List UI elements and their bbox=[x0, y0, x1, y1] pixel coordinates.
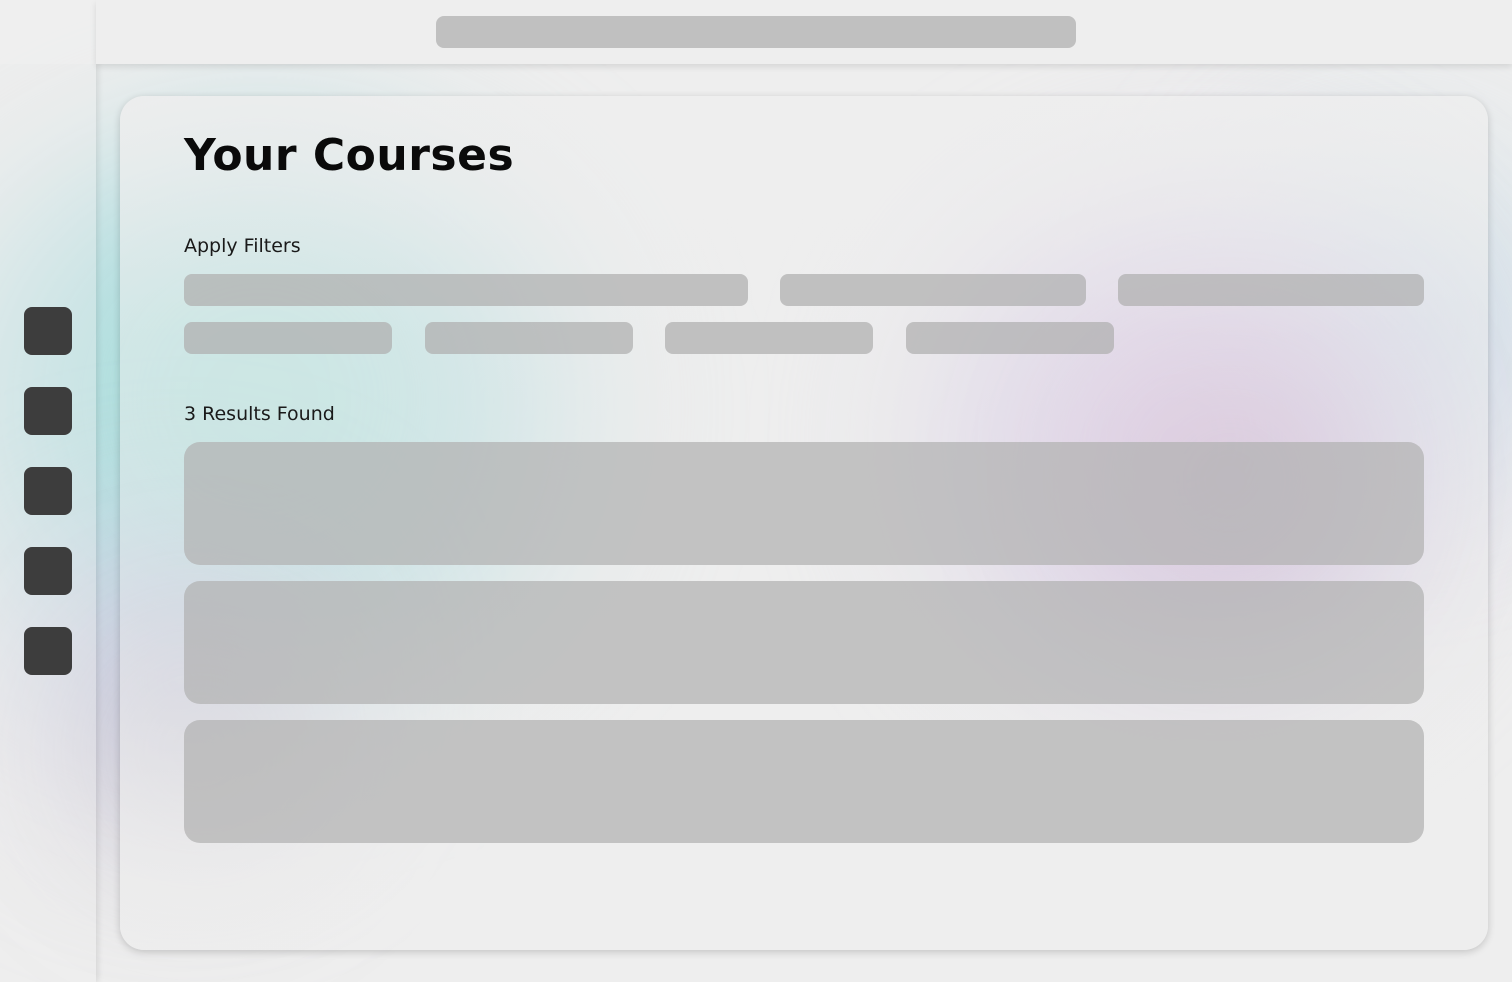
results-count: 3 Results Found bbox=[184, 403, 335, 425]
top-bar bbox=[96, 0, 1512, 64]
sidebar-logo-area bbox=[0, 0, 96, 64]
filter-chip-3[interactable] bbox=[665, 322, 873, 354]
course-card-1[interactable] bbox=[184, 442, 1424, 565]
course-card-3[interactable] bbox=[184, 720, 1424, 843]
sidebar bbox=[0, 0, 96, 982]
search-input[interactable] bbox=[436, 16, 1076, 48]
sidebar-nav-icon-5[interactable] bbox=[24, 627, 72, 675]
filter-chip-4[interactable] bbox=[906, 322, 1114, 354]
sidebar-nav-icon-3[interactable] bbox=[24, 467, 72, 515]
sidebar-nav-icon-2[interactable] bbox=[24, 387, 72, 435]
course-card-2[interactable] bbox=[184, 581, 1424, 704]
sidebar-nav-icon-4[interactable] bbox=[24, 547, 72, 595]
filter-field-1[interactable] bbox=[184, 274, 748, 306]
filter-chip-2[interactable] bbox=[425, 322, 633, 354]
filter-field-2[interactable] bbox=[780, 274, 1086, 306]
filter-field-3[interactable] bbox=[1118, 274, 1424, 306]
filters-label: Apply Filters bbox=[184, 235, 301, 257]
filter-chip-1[interactable] bbox=[184, 322, 392, 354]
courses-panel: Your Courses Apply Filters 3 Results Fou… bbox=[120, 96, 1488, 950]
sidebar-nav-icon-1[interactable] bbox=[24, 307, 72, 355]
page-title: Your Courses bbox=[184, 130, 515, 181]
